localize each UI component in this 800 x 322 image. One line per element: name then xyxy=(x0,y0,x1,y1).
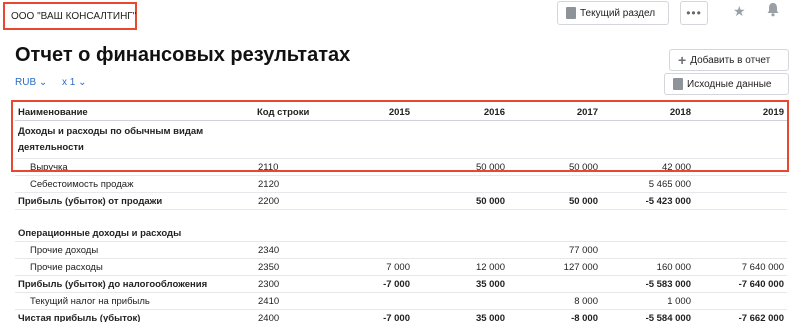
row-name: Прибыль (убыток) до налогообложения xyxy=(18,279,208,290)
row-value-2016: 12 000 xyxy=(475,262,505,273)
current-section-button[interactable]: Текущий раздел xyxy=(557,1,669,25)
company-name[interactable]: ООО "ВАШ КОНСАЛТИНГ" xyxy=(3,2,137,30)
table-row[interactable]: Прибыль (убыток) до налогообложения 2300… xyxy=(15,276,787,293)
scale-select[interactable]: x 1 ⌄ xyxy=(62,77,87,88)
row-code: 2340 xyxy=(258,245,280,256)
row-code: 2120 xyxy=(258,179,280,190)
table-row: Доходы и расходы по обычным видам деятел… xyxy=(15,121,787,159)
currency-select[interactable]: RUB ⌄ xyxy=(15,77,47,88)
row-code: 2300 xyxy=(258,279,280,290)
row-code: 2350 xyxy=(258,262,280,273)
table-row[interactable]: Чистая прибыль (убыток) 2400 -7 000 35 0… xyxy=(15,310,787,322)
header-2016: 2016 xyxy=(483,107,505,118)
star-icon[interactable]: ★ xyxy=(733,3,746,20)
row-value-2018: 5 465 000 xyxy=(648,179,691,190)
row-value-2018: -5 584 000 xyxy=(645,313,691,322)
table-row[interactable]: Текущий налог на прибыль 2410 8 000 1 00… xyxy=(15,293,787,310)
row-value-2017: 127 000 xyxy=(563,262,598,273)
plus-icon: + xyxy=(678,52,687,68)
row-value-2017: 8 000 xyxy=(574,296,598,307)
row-value-2017: 50 000 xyxy=(568,196,598,207)
header-2018: 2018 xyxy=(669,107,691,118)
row-code: 2410 xyxy=(258,296,280,307)
row-value-2019: -7 662 000 xyxy=(738,313,784,322)
row-value-2016: 50 000 xyxy=(475,162,505,173)
pdf-icon xyxy=(566,7,576,19)
row-value-2015: 7 000 xyxy=(386,262,410,273)
add-to-report-label: Добавить в отчет xyxy=(690,54,771,66)
row-code: 2400 xyxy=(258,313,280,322)
add-to-report-button[interactable]: + Добавить в отчет xyxy=(669,49,789,71)
row-value-2019: -7 640 000 xyxy=(738,279,784,290)
header-code: Код строки xyxy=(257,107,310,118)
row-value-2016: 50 000 xyxy=(475,196,505,207)
row-name: Текущий налог на прибыль xyxy=(30,296,150,307)
more-button[interactable]: ••• xyxy=(680,1,708,25)
header-2017: 2017 xyxy=(576,107,598,118)
row-value-2017: -8 000 xyxy=(571,313,598,322)
row-value-2015: -7 000 xyxy=(383,279,410,290)
row-value-2017: 77 000 xyxy=(568,245,598,256)
row-value-2019: 7 640 000 xyxy=(741,262,784,273)
header-name: Наименование xyxy=(18,107,88,118)
table-spacer xyxy=(15,210,787,225)
financial-results-table: Наименование Код строки 2015 2016 2017 2… xyxy=(15,104,787,322)
table-row[interactable]: Выручка 2110 50 000 50 000 42 000 xyxy=(15,159,787,176)
row-name: Прибыль (убыток) от продажи xyxy=(18,196,163,207)
source-data-button[interactable]: Исходные данные xyxy=(664,73,789,95)
table-row[interactable]: Себестоимость продаж 2120 5 465 000 xyxy=(15,176,787,193)
row-value-2015: -7 000 xyxy=(383,313,410,322)
table-header: Наименование Код строки 2015 2016 2017 2… xyxy=(15,104,787,121)
row-name: Прочие доходы xyxy=(30,245,99,256)
row-value-2018: -5 583 000 xyxy=(645,279,691,290)
table-row[interactable]: Прибыль (убыток) от продажи 2200 50 000 … xyxy=(15,193,787,210)
row-value-2016: 35 000 xyxy=(475,279,505,290)
header-2015: 2015 xyxy=(388,107,410,118)
source-data-label: Исходные данные xyxy=(687,78,772,90)
row-value-2018: 1 000 xyxy=(667,296,691,307)
row-name: Прочие расходы xyxy=(30,262,103,273)
row-name: Операционные доходы и расходы xyxy=(18,228,182,239)
table-row[interactable]: Прочие расходы 2350 7 000 12 000 127 000… xyxy=(15,259,787,276)
row-value-2017: 50 000 xyxy=(568,162,598,173)
row-name: Выручка xyxy=(30,162,68,173)
page-title: Отчет о финансовых результатах xyxy=(15,44,351,66)
row-name: Чистая прибыль (убыток) xyxy=(18,313,141,322)
bell-icon[interactable] xyxy=(766,2,780,20)
row-code: 2200 xyxy=(258,196,280,207)
header-2019: 2019 xyxy=(762,107,784,118)
row-name: Доходы и расходы по обычным видам деятел… xyxy=(18,126,204,153)
excel-icon xyxy=(673,78,683,90)
table-row[interactable]: Прочие доходы 2340 77 000 xyxy=(15,242,787,259)
row-value-2018: -5 423 000 xyxy=(645,196,691,207)
table-row: Операционные доходы и расходы xyxy=(15,225,787,242)
row-value-2016: 35 000 xyxy=(475,313,505,322)
row-name: Себестоимость продаж xyxy=(30,179,134,190)
row-value-2018: 42 000 xyxy=(661,162,691,173)
row-value-2018: 160 000 xyxy=(656,262,691,273)
row-code: 2110 xyxy=(258,162,279,173)
current-section-label: Текущий раздел xyxy=(580,7,656,19)
